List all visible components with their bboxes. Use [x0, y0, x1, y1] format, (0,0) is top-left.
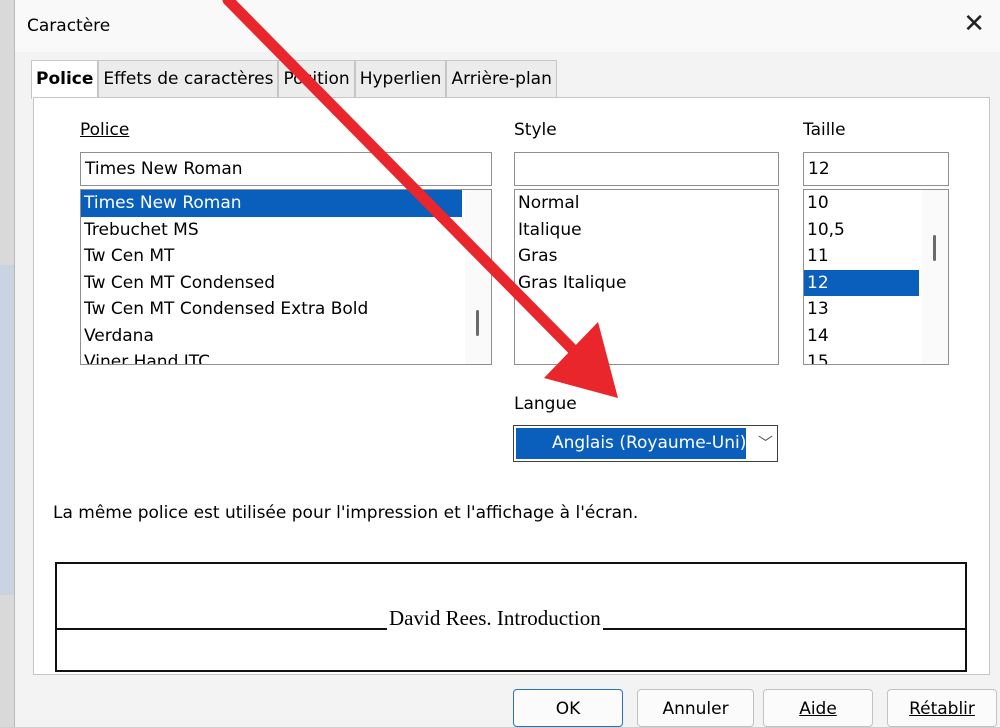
help-button[interactable]: Aide: [763, 689, 873, 727]
font-list-item[interactable]: Times New Roman: [81, 190, 462, 217]
font-list-scrollbar[interactable]: [465, 190, 491, 364]
style-list[interactable]: Normal Italique Gras Gras Italique: [514, 189, 779, 365]
scrollbar-thumb[interactable]: [933, 235, 936, 261]
font-label: Police: [80, 120, 129, 140]
tab-hyperlien[interactable]: Hyperlien: [354, 60, 447, 97]
size-list-item[interactable]: 15: [804, 349, 919, 364]
preview-text: David Rees. Introduction: [387, 606, 603, 631]
font-label-text: Police: [80, 120, 130, 140]
font-list[interactable]: Times New Roman Trebuchet MS Tw Cen MT Tw C…: [80, 189, 492, 365]
size-list-scrollbar[interactable]: [922, 190, 948, 364]
style-label: Style: [514, 120, 557, 140]
tab-effets-de-caracteres[interactable]: Effets de caractères: [98, 60, 279, 97]
tab-position[interactable]: Position: [278, 60, 355, 97]
reset-button[interactable]: Rétablir: [887, 689, 997, 727]
language-select[interactable]: Anglais (Royaume-Uni) ﹀: [513, 425, 778, 462]
size-label: Taille: [803, 120, 846, 140]
font-list-item[interactable]: Tw Cen MT Condensed: [81, 270, 462, 297]
scrollbar-thumb[interactable]: [476, 310, 479, 336]
style-list-item[interactable]: Gras: [515, 243, 778, 270]
size-list-item[interactable]: 12: [804, 269, 919, 296]
close-icon[interactable]: ✕: [963, 9, 985, 39]
ok-button[interactable]: OK: [513, 689, 623, 727]
character-dialog: Caractère ✕ Police Effets de caractères …: [14, 0, 1000, 727]
reset-button-label: Rétablir: [909, 699, 975, 719]
font-note: La même police est utilisée pour l'impre…: [53, 503, 639, 523]
size-list-item[interactable]: 11: [804, 243, 919, 270]
preview-box: David Rees. Introduction: [55, 562, 967, 672]
style-list-item[interactable]: Italique: [515, 217, 778, 244]
help-button-label: Aide: [799, 699, 837, 719]
font-list-item[interactable]: Viner Hand ITC: [81, 349, 462, 364]
size-list-item[interactable]: 10,5: [804, 217, 919, 244]
cancel-button[interactable]: Annuler: [637, 689, 754, 727]
size-list-item[interactable]: 14: [804, 323, 919, 350]
language-value: Anglais (Royaume-Uni): [516, 428, 746, 459]
size-list[interactable]: 10 10,5 11 12 13 14 15: [803, 189, 949, 365]
tab-bar: Police Effets de caractères Position Hyp…: [31, 60, 557, 99]
title-bar: Caractère ✕: [15, 0, 1000, 52]
tab-police[interactable]: Police: [31, 60, 99, 99]
style-list-item[interactable]: Gras Italique: [515, 270, 778, 297]
language-label: Langue: [514, 394, 577, 414]
chevron-down-icon[interactable]: ﹀: [758, 432, 773, 453]
font-list-item[interactable]: Tw Cen MT: [81, 243, 462, 270]
tab-arriere-plan[interactable]: Arrière-plan: [446, 60, 557, 97]
font-name-input[interactable]: Times New Roman: [80, 152, 492, 186]
style-input[interactable]: [514, 152, 779, 186]
dialog-title: Caractère: [27, 16, 111, 36]
font-list-item[interactable]: Tw Cen MT Condensed Extra Bold: [81, 296, 462, 323]
size-input[interactable]: 12: [803, 152, 949, 186]
size-list-item[interactable]: 13: [804, 296, 919, 323]
font-list-item[interactable]: Verdana: [81, 323, 462, 350]
size-list-item[interactable]: 10: [804, 190, 919, 217]
style-list-item[interactable]: Normal: [515, 190, 778, 217]
font-list-item[interactable]: Trebuchet MS: [81, 217, 462, 244]
